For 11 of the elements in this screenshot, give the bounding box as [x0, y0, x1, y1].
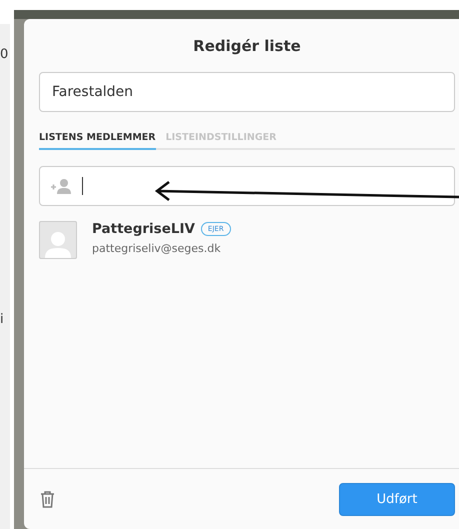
- background-text: 0: [0, 48, 10, 61]
- background-text: i: [0, 313, 5, 326]
- list-name-field[interactable]: Farestalden: [39, 72, 455, 112]
- add-person-icon: [50, 178, 72, 194]
- trash-icon[interactable]: [40, 490, 55, 508]
- avatar-placeholder: [39, 221, 77, 259]
- dialog-title: Redigér liste: [192, 37, 302, 55]
- add-member-field[interactable]: [39, 166, 455, 206]
- member-email: pattegriseliv@seges.dk: [92, 242, 222, 255]
- tab[interactable]: LISTENS MEDLEMMER: [39, 132, 156, 150]
- member-name: PattegriseLIV: [92, 221, 195, 237]
